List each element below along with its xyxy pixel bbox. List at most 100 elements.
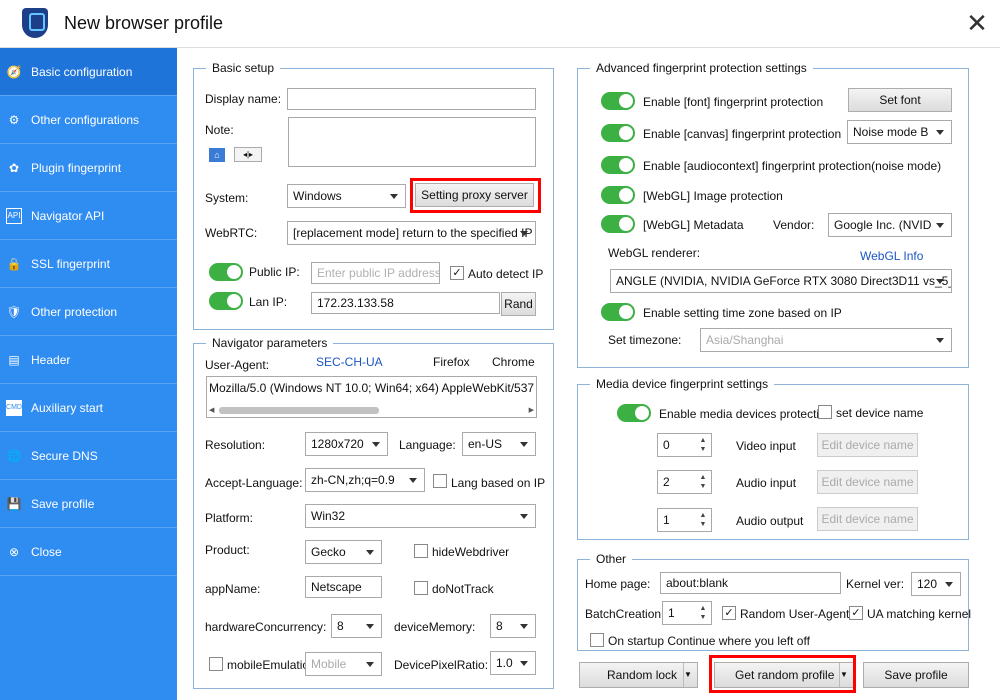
webrtc-select[interactable]: [replacement mode] return to the specifi… [287,221,536,245]
lang-based-on-ip-checkbox[interactable] [433,474,447,488]
font-protection-toggle[interactable] [601,92,635,110]
audio-input-label: Audio input [736,476,797,490]
save-icon: 💾 [6,496,22,511]
mobile-emulation-label: mobileEmulatio [227,658,310,672]
sidebar-item-save-profile[interactable]: 💾 Save profile [0,480,177,528]
batch-creation-stepper[interactable]: 1 ▲ ▼ [662,601,712,625]
sidebar-item-basic-configuration[interactable]: 🧭 Basic configuration [0,48,177,96]
product-label: Product: [205,543,250,557]
webgl-image-toggle[interactable] [601,186,635,204]
group-legend: Advanced fingerprint protection settings [590,61,813,75]
user-agent-textbox[interactable]: Mozilla/5.0 (Windows NT 10.0; Win64; x64… [206,376,537,418]
set-font-button[interactable]: Set font [848,88,952,112]
accept-language-select[interactable]: zh-CN,zh;q=0.9 [305,468,425,492]
audiocontext-protection-toggle[interactable] [601,156,635,174]
public-ip-input[interactable]: Enter public IP address [311,262,440,284]
sidebar-item-navigator-api[interactable]: API Navigator API [0,192,177,240]
device-pixel-ratio-label: DevicePixelRatio: [394,658,489,672]
audio-output-value: 1 [663,513,670,527]
ua-matching-kernel-checkbox[interactable]: ✓ [849,606,863,620]
chevron-down-icon[interactable]: ▼ [683,663,697,687]
auto-detect-ip-checkbox[interactable]: ✓ [450,266,464,280]
device-pixel-ratio-select[interactable]: 1.0 [490,651,536,675]
sidebar-item-ssl-fingerprint[interactable]: 🔒 SSL fingerprint [0,240,177,288]
product-select[interactable]: Gecko [305,540,382,564]
user-agent-label: User-Agent: [205,358,270,372]
random-user-agent-checkbox[interactable]: ✓ [722,606,736,620]
lan-ip-toggle[interactable] [209,292,243,310]
system-select[interactable]: Windows [287,184,406,208]
language-select[interactable]: en-US [462,432,536,456]
webgl-info-link[interactable]: WebGL Info [860,249,923,263]
media-protection-toggle[interactable] [617,404,651,422]
note-nav-arrows[interactable]: ◂|▸ [234,147,262,162]
api-icon: API [6,207,22,224]
platform-select[interactable]: Win32 [305,504,536,528]
sidebar-item-label: Other configurations [31,112,140,127]
stepper-arrows-icon[interactable]: ▲ ▼ [697,511,709,529]
scroll-left-icon[interactable]: ◀ [209,406,214,414]
edit-video-device-button[interactable]: Edit device name [817,433,918,457]
app-logo-icon [22,8,48,38]
stepper-arrows-icon[interactable]: ▲ ▼ [697,473,709,491]
video-input-stepper[interactable]: 0 ▲ ▼ [657,433,712,457]
sidebar-item-header[interactable]: ▤ Header [0,336,177,384]
video-input-value: 0 [663,438,670,452]
canvas-protection-toggle[interactable] [601,124,635,142]
firefox-link[interactable]: Firefox [433,355,470,369]
display-name-input[interactable] [287,88,536,110]
hardware-concurrency-select[interactable]: 8 [331,614,382,638]
set-device-name-checkbox[interactable] [818,405,832,419]
accept-language-label: Accept-Language: [205,476,303,490]
edit-audio-output-device-button[interactable]: Edit device name [817,507,918,531]
webgl-metadata-toggle[interactable] [601,215,635,233]
vendor-select[interactable]: Google Inc. (NVID [828,213,952,237]
gear-icon: ⚙ [8,112,20,127]
appname-input[interactable]: Netscape [305,576,382,598]
mobile-emulation-select[interactable]: Mobile [305,652,382,676]
stepper-arrows-icon[interactable]: ▲ ▼ [697,436,709,454]
sidebar-item-secure-dns[interactable]: 🌐 Secure DNS [0,432,177,480]
do-not-track-checkbox[interactable] [414,581,428,595]
horizontal-scrollbar[interactable] [219,407,379,414]
close-window-button[interactable]: ✕ [962,8,992,38]
audio-input-stepper[interactable]: 2 ▲ ▼ [657,470,712,494]
sidebar-item-other-protection[interactable]: 🛡 Other protection [0,288,177,336]
sidebar-item-label: Basic configuration [31,64,133,79]
batch-creation-value: 1 [668,606,675,620]
public-ip-toggle[interactable] [209,263,243,281]
device-memory-select[interactable]: 8 [490,614,536,638]
sec-ch-ua-link[interactable]: SEC-CH-UA [316,355,383,369]
hide-webdriver-checkbox[interactable] [414,544,428,558]
webrtc-label: WebRTC: [205,226,258,240]
home-icon[interactable]: ⌂ [209,148,225,162]
auto-detect-ip-label: Auto detect IP [468,267,544,281]
stepper-arrows-icon[interactable]: ▲ ▼ [697,604,709,622]
sidebar-item-auxiliary-start[interactable]: CMD Auxiliary start [0,384,177,432]
scroll-right-icon[interactable]: ▶ [529,406,534,414]
lan-ip-input[interactable]: 172.23.133.58 [311,292,500,314]
startup-continue-checkbox[interactable] [590,633,604,647]
device-memory-label: deviceMemory: [394,620,476,634]
batch-creation-label: BatchCreation: [585,607,665,621]
sidebar-item-plugin-fingerprint[interactable]: ✿ Plugin fingerprint [0,144,177,192]
sidebar-item-close[interactable]: ⊗ Close [0,528,177,576]
kernel-ver-select[interactable]: 120 [911,572,961,596]
save-profile-button[interactable]: Save profile [863,662,969,688]
timezone-by-ip-toggle[interactable] [601,303,635,321]
rand-button[interactable]: Rand [501,292,536,316]
highlight-box [410,178,541,213]
audio-output-stepper[interactable]: 1 ▲ ▼ [657,508,712,532]
resolution-select[interactable]: 1280x720 [305,432,388,456]
vendor-label: Vendor: [773,218,815,232]
edit-audio-input-device-button[interactable]: Edit device name [817,470,918,494]
canvas-mode-select[interactable]: Noise mode B [847,120,952,144]
random-lock-button[interactable]: Random lock ▼ [579,662,698,688]
sidebar-item-other-configurations[interactable]: ⚙ Other configurations [0,96,177,144]
mobile-emulation-checkbox[interactable] [209,657,223,671]
webgl-renderer-select[interactable]: ANGLE (NVIDIA, NVIDIA GeForce RTX 3080 D… [610,269,952,293]
chrome-link[interactable]: Chrome [492,355,535,369]
timezone-select[interactable]: Asia/Shanghai [700,328,952,352]
home-page-input[interactable]: about:blank [660,572,841,594]
note-textarea[interactable] [288,117,536,167]
